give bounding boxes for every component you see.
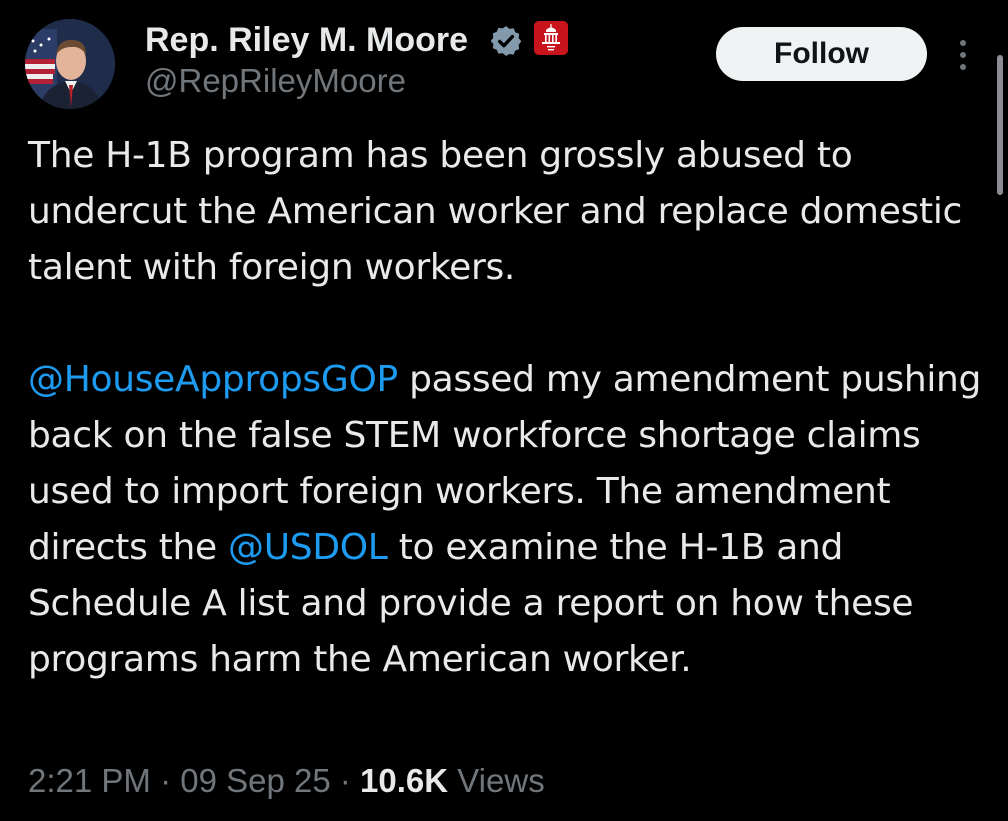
- scrollbar[interactable]: [997, 55, 1003, 195]
- separator-dot: ·: [150, 762, 181, 799]
- follow-button[interactable]: Follow: [716, 27, 927, 81]
- mention-house-approps-gop[interactable]: @HouseAppropsGOP: [28, 359, 398, 400]
- verified-badge-icon: [490, 26, 522, 56]
- separator-dot: ·: [330, 762, 361, 799]
- tweet-date[interactable]: 09 Sep 25: [180, 762, 330, 799]
- author-display-name[interactable]: Rep. Riley M. Moore: [145, 20, 468, 60]
- tweet-paragraph-1: The H-1B program has been grossly abused…: [28, 135, 963, 288]
- tweet-metadata: 2:21 PM · 09 Sep 25 · 10.6K Views: [28, 759, 545, 803]
- author-handle[interactable]: @RepRileyMoore: [145, 62, 406, 100]
- views-label: Views: [448, 762, 545, 799]
- mention-usdol[interactable]: @USDOL: [228, 527, 388, 568]
- tweet-text: The H-1B program has been grossly abused…: [28, 128, 993, 688]
- avatar-image: [25, 19, 115, 109]
- avatar[interactable]: [25, 19, 115, 109]
- tweet-paragraph-2: @HouseAppropsGOP passed my amendment pus…: [28, 352, 993, 688]
- government-seal-icon: [534, 21, 568, 55]
- more-options-icon[interactable]: [954, 38, 972, 72]
- views-count[interactable]: 10.6K: [360, 762, 448, 799]
- tweet-time[interactable]: 2:21 PM: [28, 762, 151, 799]
